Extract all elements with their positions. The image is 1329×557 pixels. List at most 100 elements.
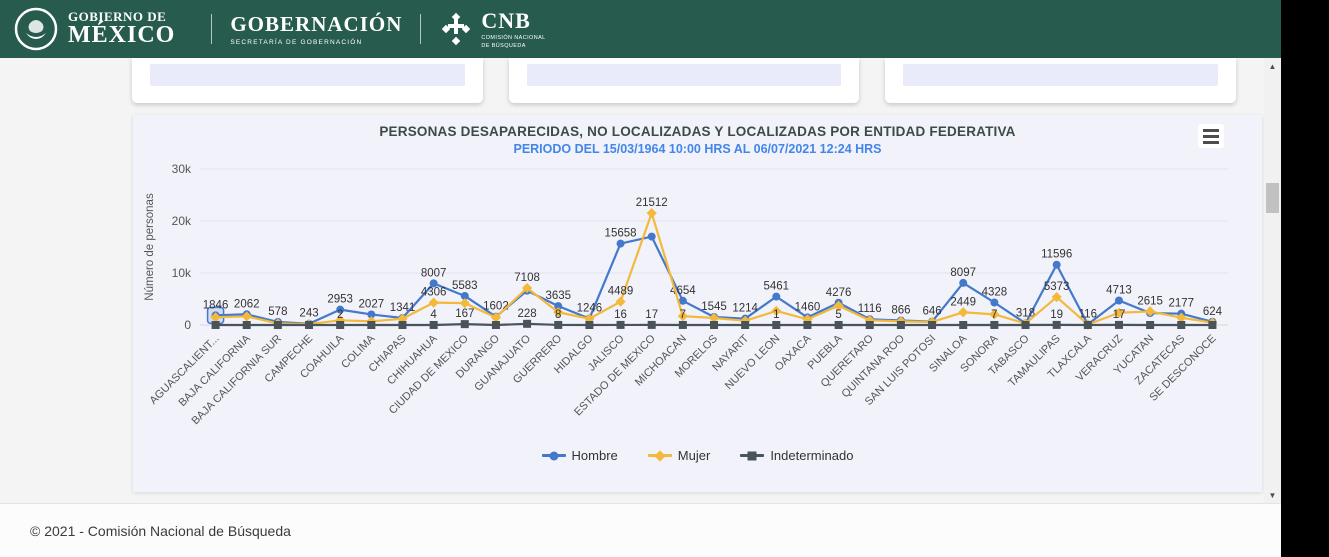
circle-marker-icon [549, 451, 559, 460]
data-point[interactable] [1052, 260, 1061, 269]
data-point[interactable] [1052, 320, 1061, 329]
summary-cards-row [132, 58, 1237, 103]
data-point[interactable] [1021, 321, 1030, 329]
y-tick-label: 10k [172, 266, 192, 280]
hamburger-icon [1203, 128, 1219, 132]
header-divider [211, 14, 213, 44]
data-label: 7 [680, 309, 686, 321]
data-point[interactable] [616, 320, 625, 329]
legend-line-marker [647, 449, 672, 462]
data-point[interactable] [336, 320, 345, 329]
data-label: 7 [991, 309, 997, 321]
data-point[interactable] [741, 321, 750, 329]
data-point[interactable] [990, 320, 999, 329]
scrollbar-up-arrow[interactable]: ▲ [1264, 58, 1281, 74]
data-point[interactable] [959, 278, 968, 287]
data-point[interactable] [772, 292, 781, 301]
data-label: 3635 [545, 290, 571, 302]
data-point[interactable] [772, 320, 781, 329]
data-point[interactable] [305, 321, 314, 329]
data-point[interactable] [367, 321, 376, 329]
copyright-text: © 2021 - Comisión Nacional de Búsqueda [30, 522, 291, 539]
data-label: 5 [835, 309, 841, 321]
legend-label: Hombre [571, 448, 618, 463]
data-point[interactable] [896, 321, 905, 329]
data-label: 167 [455, 308, 474, 320]
data-point[interactable] [615, 296, 626, 307]
data-point[interactable] [428, 297, 439, 308]
y-tick-label: 0 [184, 318, 191, 332]
legend-label: Mujer [677, 448, 711, 463]
data-label: 2 [337, 309, 343, 321]
data-point[interactable] [1177, 321, 1186, 329]
data-point[interactable] [491, 321, 500, 329]
data-label: 19 [1050, 309, 1063, 321]
chart-context-menu-button[interactable] [1198, 124, 1224, 148]
mexico-coat-of-arms-logo [14, 7, 58, 51]
data-label: 2449 [950, 296, 976, 308]
legend-label: Indeterminado [770, 448, 854, 463]
legend-item-mujer[interactable]: Mujer [647, 448, 711, 463]
data-label: 1460 [795, 301, 821, 313]
data-point[interactable] [616, 239, 625, 248]
gobierno-de-mexico-wordmark: GOBIERNO DE MÉXICO [68, 10, 175, 48]
data-label: 17 [1113, 309, 1126, 321]
data-point[interactable] [554, 320, 563, 329]
card-header-strip [150, 64, 465, 86]
header-divider [420, 14, 422, 44]
data-label: 1214 [732, 303, 758, 315]
data-point[interactable] [1145, 306, 1156, 317]
scrollbar-down-arrow[interactable]: ▼ [1264, 487, 1281, 503]
gobernacion-title: GOBERNACIÓN [230, 12, 403, 36]
data-point[interactable] [646, 208, 657, 219]
data-point[interactable] [523, 319, 532, 328]
data-label: 228 [517, 308, 536, 320]
data-label: 8007 [421, 267, 447, 279]
data-point[interactable] [429, 320, 438, 329]
data-point[interactable] [1114, 320, 1123, 329]
data-point[interactable] [211, 321, 220, 329]
data-label: 4489 [608, 286, 634, 298]
chart-canvas[interactable]: 010k20k30kNúmero de personasAGUASCALIENT… [133, 158, 1262, 454]
summary-card [132, 58, 483, 103]
vertical-scrollbar[interactable]: ▲ ▼ [1264, 58, 1281, 503]
data-point[interactable] [803, 321, 812, 329]
data-point[interactable] [958, 307, 969, 318]
scrollbar-thumb[interactable] [1266, 183, 1279, 213]
data-point[interactable] [242, 321, 251, 329]
data-label: 1602 [483, 301, 509, 313]
y-tick-label: 20k [172, 214, 192, 228]
chart-subtitle: PERIODO DEL 15/03/1964 10:00 HRS AL 06/0… [513, 142, 882, 156]
viewport: GOBIERNO DE MÉXICO GOBERNACIÓN SECRETARÍ… [0, 0, 1329, 557]
data-label: 1341 [390, 302, 416, 314]
data-point[interactable] [678, 320, 687, 329]
data-point[interactable] [834, 320, 843, 329]
data-point[interactable] [1083, 321, 1092, 329]
data-point[interactable] [398, 321, 407, 329]
data-point[interactable] [959, 321, 968, 329]
cnb-logo-group: CNB COMISIÓN NACIONAL DE BÚSQUEDA [439, 8, 545, 49]
data-point[interactable] [460, 320, 469, 329]
data-label: 624 [1203, 306, 1223, 318]
data-point[interactable] [647, 320, 656, 329]
data-point[interactable] [1114, 296, 1123, 305]
data-point[interactable] [647, 232, 656, 241]
data-label: 17 [645, 309, 658, 321]
data-point[interactable] [585, 321, 594, 329]
data-point[interactable] [273, 321, 282, 329]
data-label: 8097 [950, 267, 976, 279]
legend-item-hombre[interactable]: Hombre [541, 448, 618, 463]
gobernacion-wordmark: GOBERNACIÓN SECRETARÍA DE GOBERNACIÓN [230, 12, 402, 46]
square-marker-icon [747, 451, 757, 460]
legend-item-indeterminado[interactable]: Indeterminado [740, 448, 853, 463]
chart-legend: Hombre Mujer Indeterminado [133, 448, 1262, 463]
summary-card [885, 58, 1237, 103]
data-point[interactable] [710, 321, 718, 329]
data-point[interactable] [990, 298, 999, 307]
data-point[interactable] [928, 321, 937, 329]
data-point[interactable] [865, 321, 874, 329]
data-point[interactable] [1146, 321, 1155, 329]
data-label: 4 [430, 309, 437, 321]
data-label: 866 [891, 304, 910, 316]
data-point[interactable] [1208, 321, 1217, 329]
